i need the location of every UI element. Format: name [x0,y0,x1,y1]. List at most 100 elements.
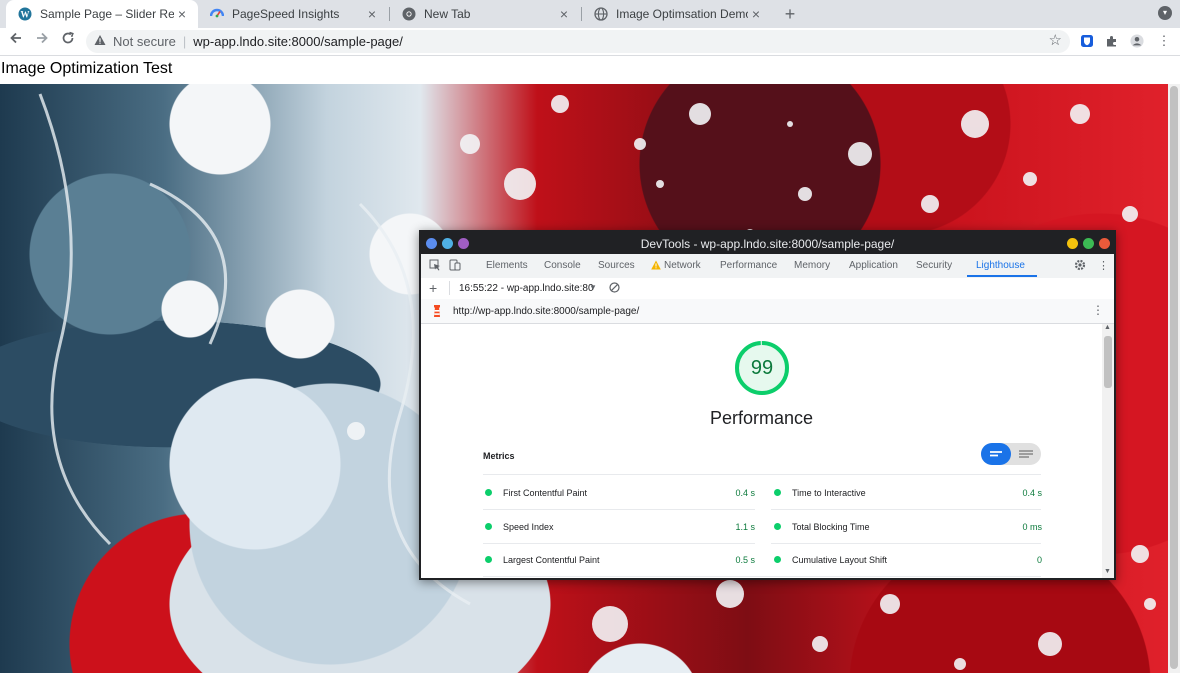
devtools-tab-bar: Elements Console Sources Network Perform… [421,254,1114,279]
metrics-view-toggle[interactable] [981,443,1041,465]
arrow-left-icon [10,32,21,44]
devtools-tab-security[interactable]: Security [916,260,952,271]
tab-sample-page[interactable]: W Sample Page – Slider Revolut × [6,0,198,28]
devtools-tab-console[interactable]: Console [544,260,581,271]
report-menu-icon[interactable]: ⋮ [1092,303,1104,317]
metric-name: Speed Index [503,521,554,532]
devtools-tab-network[interactable]: Network [664,260,701,271]
warning-icon [651,260,661,273]
tab-title: New Tab [424,7,471,21]
report-selector[interactable]: 16:55:22 - wp-app.lndo.site:80 [459,283,594,294]
metric-value: 0.4 s [735,487,755,498]
lighthouse-report-bar: + 16:55:22 - wp-app.lndo.site:80 ▼ [421,278,1114,300]
pass-indicator-icon [774,489,781,496]
bitwarden-icon[interactable] [1080,34,1094,48]
tab-new-tab[interactable]: New Tab × [390,0,580,28]
device-toolbar-icon[interactable] [449,259,461,274]
metric-value: 1.1 s [735,521,755,532]
metric-value: 0.5 s [735,554,755,565]
metric-largest-contentful-paint: Largest Contentful Paint 0.5 s [485,543,755,576]
reload-button[interactable] [58,31,78,51]
metric-divider [483,576,1041,577]
metric-cumulative-layout-shift: Cumulative Layout Shift 0 [774,543,1042,576]
expanded-view-button[interactable] [1011,443,1041,470]
settings-gear-icon[interactable] [1074,259,1086,274]
active-tab-indicator [967,275,1037,277]
metric-divider [483,474,1041,475]
bookmark-star-icon[interactable]: ☆ [1049,31,1062,49]
clear-reports-icon[interactable] [609,282,620,296]
arrow-right-icon [37,32,48,44]
close-tab-icon[interactable]: × [748,6,764,22]
inspect-element-icon[interactable] [429,259,441,274]
devtools-tab-application[interactable]: Application [849,260,898,271]
wordpress-icon: W [18,7,32,21]
compact-view-icon [990,451,1002,457]
pass-indicator-icon [485,556,492,563]
page-title: Image Optimization Test [1,60,173,77]
devtools-titlebar[interactable]: DevTools - wp-app.lndo.site:8000/sample-… [421,232,1114,254]
devtools-tab-sources[interactable]: Sources [598,260,635,271]
category-title: Performance [709,408,814,428]
warning-icon[interactable] [94,34,106,49]
url-text[interactable]: wp-app.lndo.site:8000/sample-page/ [193,34,403,49]
browser-toolbar: Not secure | wp-app.lndo.site:8000/sampl… [0,28,1180,56]
reload-icon [62,31,74,44]
close-button[interactable] [1099,238,1110,249]
tab-title: PageSpeed Insights [232,7,340,21]
maximize-button[interactable] [1083,238,1094,249]
tab-search-icon[interactable]: ▾ [1158,6,1172,20]
devtools-tab-performance[interactable]: Performance [720,260,777,271]
security-status[interactable]: Not secure [113,34,176,49]
metric-name: Largest Contentful Paint [503,554,600,565]
close-tab-icon[interactable]: × [364,6,380,22]
tab-image-optimisation-demo[interactable]: Image Optimsation Demo - Y × [582,0,772,28]
minimize-button[interactable] [1067,238,1078,249]
devtools-tab-lighthouse[interactable]: Lighthouse [976,260,1025,271]
metric-time-to-interactive: Time to Interactive 0.4 s [774,476,1042,509]
metric-name: Time to Interactive [792,487,866,498]
metric-name: Total Blocking Time [792,521,870,532]
back-button[interactable] [6,31,26,51]
metric-value: 0.4 s [1022,487,1042,498]
lighthouse-icon [431,304,443,321]
globe-icon [594,7,608,21]
close-tab-icon[interactable]: × [174,6,190,22]
chrome-icon [402,7,416,21]
devtools-title: DevTools - wp-app.lndo.site:8000/sample-… [640,237,895,251]
metric-speed-index: Speed Index 1.1 s [485,510,755,543]
puzzle-icon[interactable] [1105,34,1119,48]
performance-score: 99 [750,357,774,379]
metric-name: Cumulative Layout Shift [792,554,888,565]
new-report-icon[interactable]: + [429,280,437,296]
dropdown-arrow-icon[interactable]: ▼ [589,283,597,292]
scroll-up-arrow-icon[interactable]: ▲ [1104,324,1111,331]
new-tab-button[interactable]: + [780,3,800,25]
compact-view-button[interactable] [981,443,1011,465]
profile-icon[interactable] [1130,34,1144,48]
expanded-view-icon [1019,450,1033,458]
pass-indicator-icon [485,523,492,530]
devtools-tab-elements[interactable]: Elements [486,260,528,271]
pass-indicator-icon [774,556,781,563]
tab-pagespeed[interactable]: PageSpeed Insights × [198,0,388,28]
divider [449,281,450,295]
more-options-icon[interactable]: ⋮ [1098,259,1109,272]
tab-strip: W Sample Page – Slider Revolut × PageSpe… [0,0,1180,28]
more-menu-icon[interactable]: ⋮ [1157,33,1171,48]
pass-indicator-icon [485,489,492,496]
close-tab-icon[interactable]: × [556,6,572,22]
devtools-tab-memory[interactable]: Memory [794,260,830,271]
address-bar[interactable]: Not secure | wp-app.lndo.site:8000/sampl… [86,30,1070,53]
lighthouse-report: 99 Performance Metrics First Contentful … [421,324,1102,578]
metrics-heading: Metrics [483,451,515,461]
metric-value: 0 [1036,554,1042,565]
metric-value: 0 ms [1022,521,1042,532]
tab-title: Image Optimsation Demo - Y [616,7,748,21]
metric-name: First Contentful Paint [503,487,588,498]
tab-title: Sample Page – Slider Revolut [40,7,174,21]
forward-button[interactable] [32,31,52,51]
page-scrollbar-thumb[interactable] [1170,86,1178,669]
devtools-scrollbar-thumb[interactable] [1104,336,1112,388]
scroll-down-arrow-icon[interactable]: ▼ [1104,568,1111,575]
